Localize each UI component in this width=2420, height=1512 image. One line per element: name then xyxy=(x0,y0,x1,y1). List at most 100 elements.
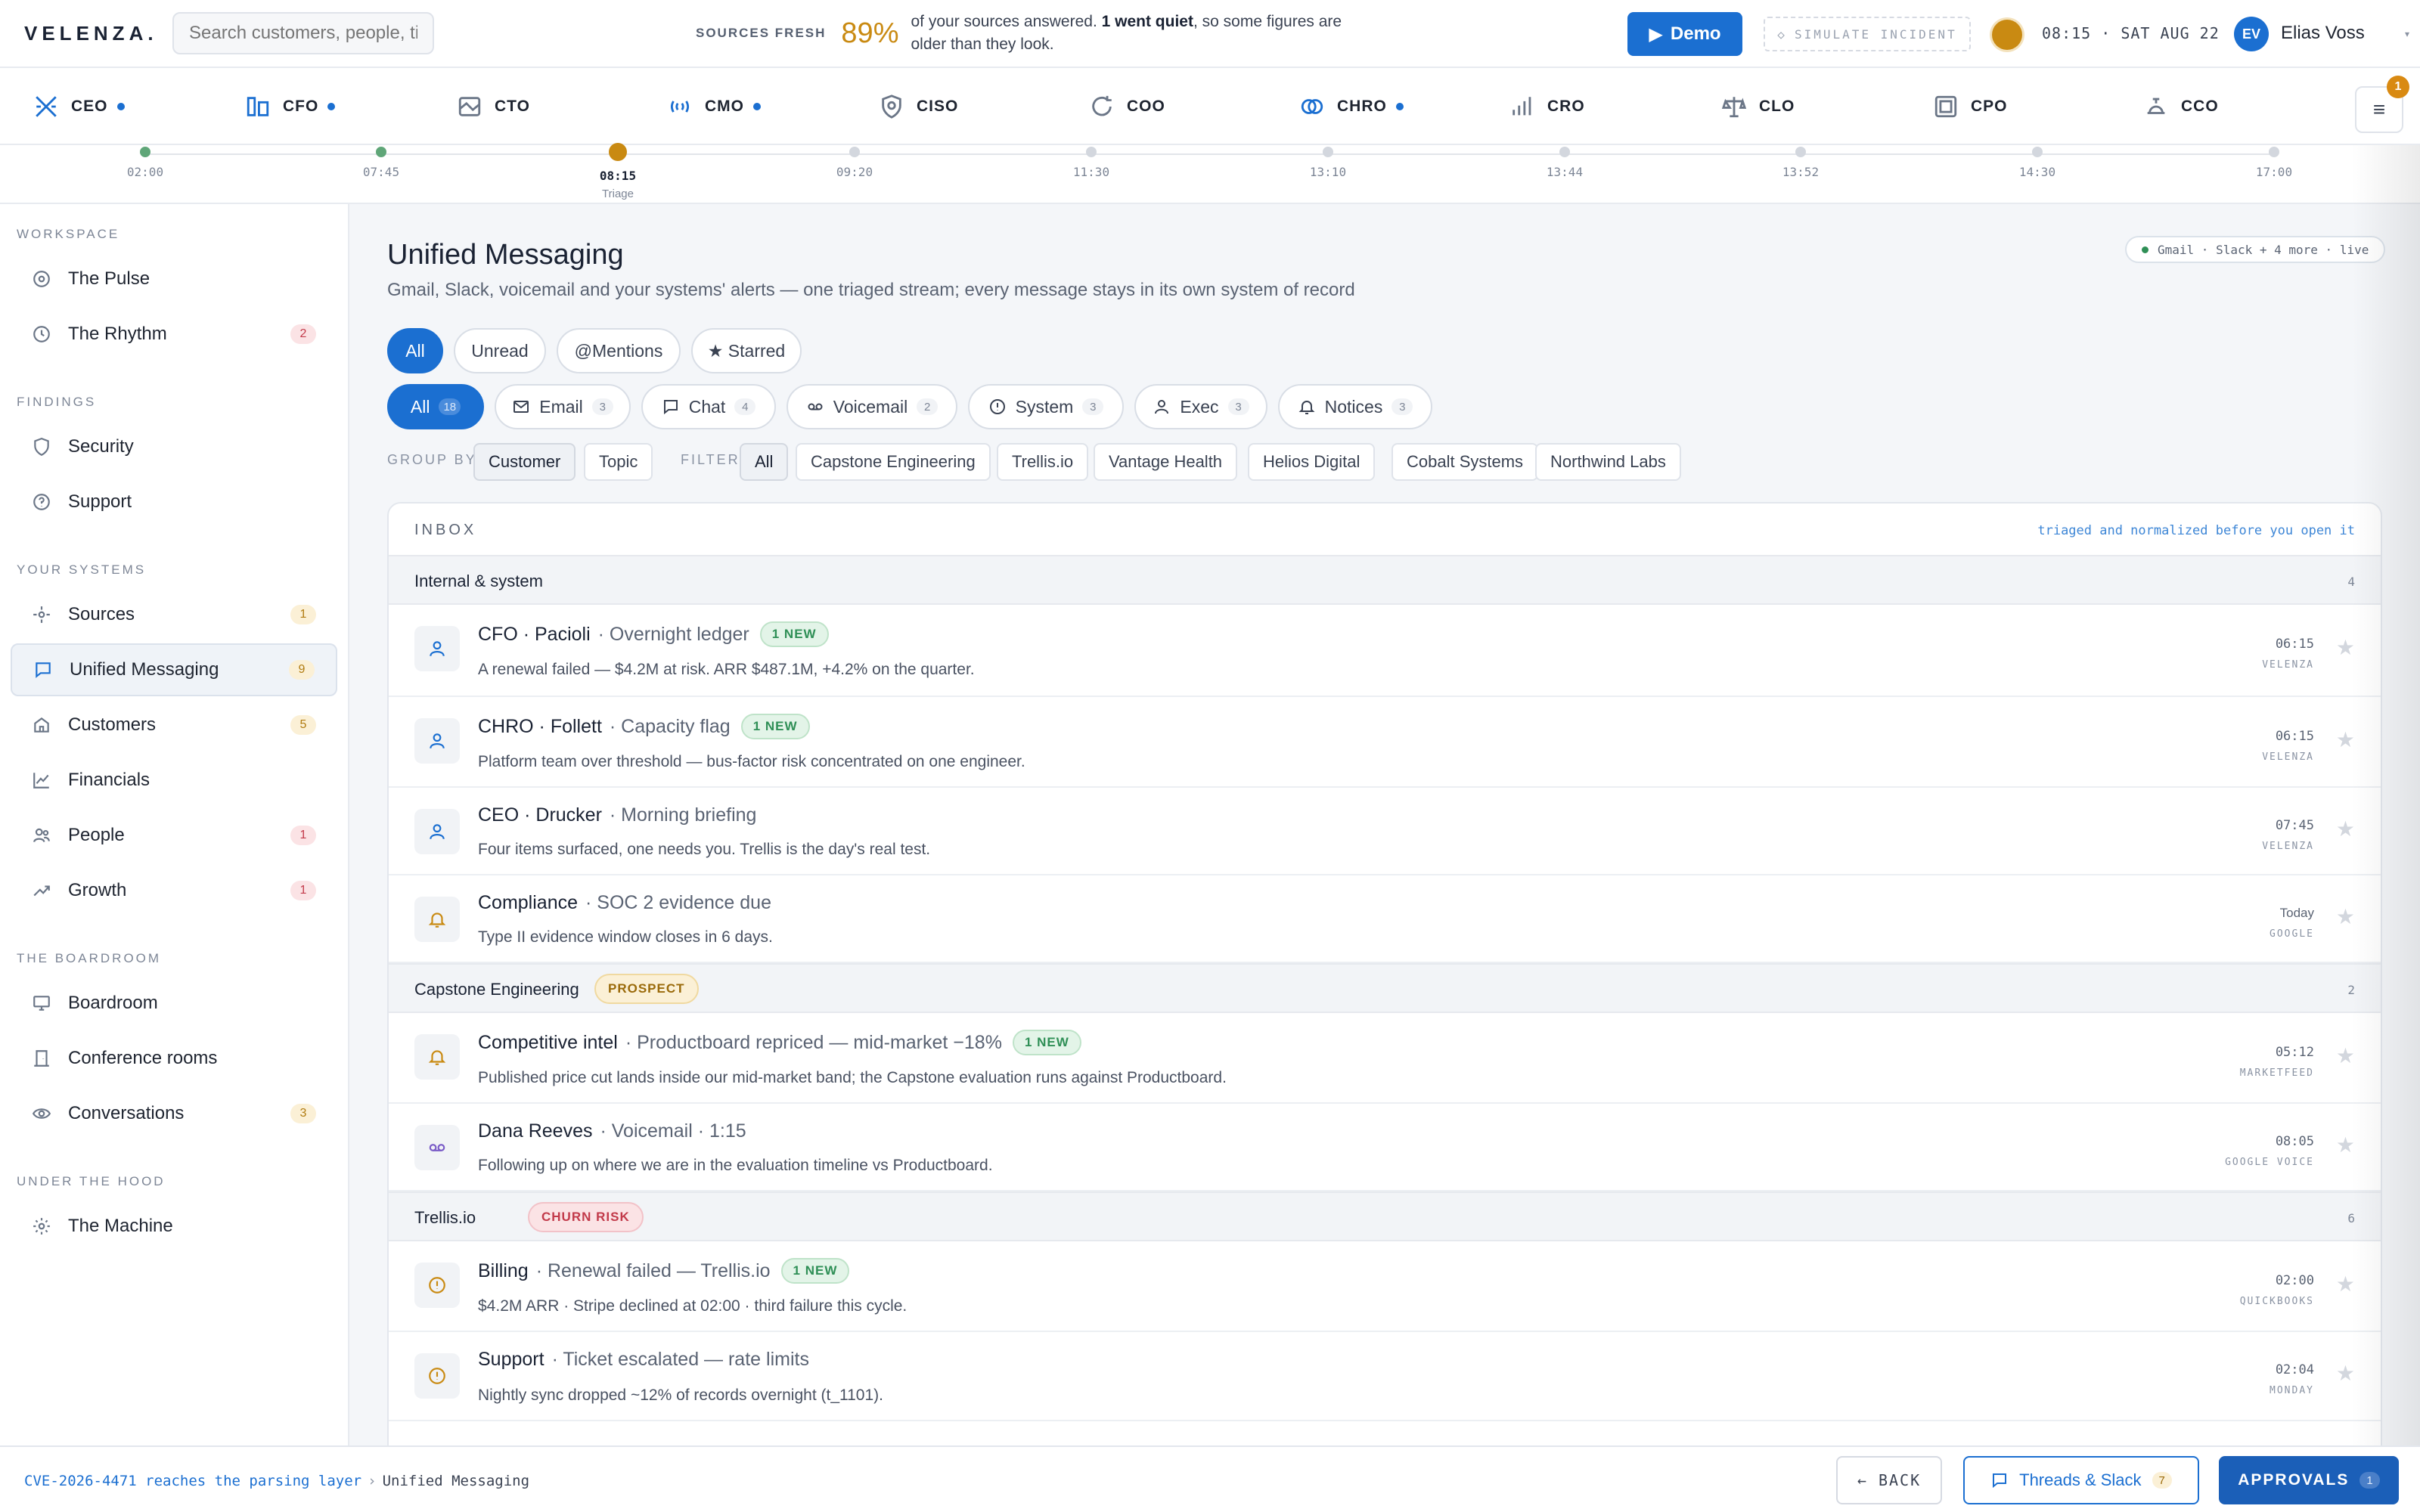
group-by-topic[interactable]: Topic xyxy=(584,443,653,481)
star-icon[interactable]: ★ xyxy=(2336,1361,2355,1386)
clock-icon xyxy=(33,326,50,342)
message-row[interactable]: Support · Ticket escalated — rate limits … xyxy=(389,1332,2381,1421)
chart-line-icon xyxy=(33,773,49,789)
message-row[interactable]: Billing · Renewal failed — Trellis.io 1 NE… xyxy=(389,1241,2381,1332)
demo-button[interactable]: ▶ Demo xyxy=(1627,12,1742,56)
timeline-point[interactable]: 13:44 xyxy=(1519,147,1610,179)
chip-count: 3 xyxy=(1082,398,1104,415)
sidebar-item-conversations[interactable]: Conversations 3 xyxy=(11,1087,337,1140)
role-tab-cmo[interactable]: CMO xyxy=(667,94,761,119)
status-badge: CHURN RISK xyxy=(528,1202,644,1232)
star-icon[interactable]: ★ xyxy=(2336,727,2355,752)
role-tab-chro[interactable]: CHRO xyxy=(1299,94,1404,119)
customer-filter-vantage[interactable]: Vantage Health xyxy=(1094,443,1238,481)
avatar[interactable]: EV xyxy=(2234,17,2269,51)
sidebar-item-the-machine[interactable]: The Machine xyxy=(11,1200,337,1253)
sidebar-item-people[interactable]: People 1 xyxy=(11,809,337,862)
channel-filter-voicemail[interactable]: Voicemail 2 xyxy=(786,384,957,429)
star-icon[interactable]: ★ xyxy=(2336,635,2355,660)
channel-filter-chat[interactable]: Chat 4 xyxy=(641,384,776,429)
role-tab-cpo[interactable]: CPO xyxy=(1933,94,2008,119)
message-source: QUICKBOOKS xyxy=(2239,1296,2314,1307)
channel-filter-all[interactable]: All 18 xyxy=(387,384,484,429)
message-row[interactable]: CHRO · Follett · Capacity flag 1 NEW Platf… xyxy=(389,697,2381,788)
star-icon[interactable]: ★ xyxy=(2336,1272,2355,1297)
filter-mentions[interactable]: @Mentions xyxy=(557,328,681,373)
timeline-point[interactable]: 02:00 xyxy=(100,147,191,179)
role-tab-ciso[interactable]: CISO xyxy=(879,94,958,119)
breadcrumb-link[interactable]: CVE-2026-4471 reaches the parsing layer xyxy=(24,1473,361,1489)
customer-filter-helios[interactable]: Helios Digital xyxy=(1248,443,1376,481)
channel-filter-notices[interactable]: Notices 3 xyxy=(1278,384,1432,429)
simulate-incident-button[interactable]: ◇ SIMULATE INCIDENT xyxy=(1764,17,1971,51)
sidebar-item-support[interactable]: Support xyxy=(11,476,337,528)
channel-filter-system[interactable]: System 3 xyxy=(968,384,1124,429)
star-icon[interactable]: ★ xyxy=(2336,904,2355,929)
role-tab-cto[interactable]: CTO xyxy=(457,94,530,119)
chevron-down-icon[interactable]: ▾ xyxy=(2405,29,2409,39)
filter-all[interactable]: All xyxy=(387,328,443,373)
timeline-point[interactable]: 09:20 xyxy=(809,147,900,179)
sidebar-item-growth[interactable]: Growth 1 xyxy=(11,864,337,917)
message-row[interactable]: CEO · Drucker · Morning briefing Four ite… xyxy=(389,788,2381,875)
customer-filter-capstone[interactable]: Capstone Engineering xyxy=(796,443,991,481)
sidebar-section-title: YOUR SYSTEMS xyxy=(17,562,147,577)
threads-slack-button[interactable]: Threads & Slack 7 xyxy=(1963,1456,2199,1504)
filter-unread[interactable]: Unread xyxy=(454,328,546,373)
customer-filter-northwind[interactable]: Northwind Labs xyxy=(1535,443,1681,481)
group-header[interactable]: Trellis.io CHURN RISK 6 xyxy=(389,1191,2381,1241)
star-icon[interactable]: ★ xyxy=(2336,1043,2355,1068)
sidebar-item-count: 1 xyxy=(290,826,316,845)
channel-filter-exec[interactable]: Exec 3 xyxy=(1134,384,1267,429)
alert-icon xyxy=(429,1368,445,1384)
timeline-point-current[interactable]: 08:15 Triage xyxy=(572,143,663,200)
customer-filter-all[interactable]: All xyxy=(740,443,789,481)
timeline-point[interactable]: 13:52 xyxy=(1755,147,1846,179)
sidebar-item-security[interactable]: Security xyxy=(11,420,337,473)
sidebar-item-unified-messaging[interactable]: Unified Messaging 9 xyxy=(11,643,337,696)
timeline-point[interactable]: 17:00 xyxy=(2229,147,2319,179)
group-header[interactable]: Internal & system 4 xyxy=(389,555,2381,605)
message-icon-box xyxy=(414,809,460,854)
role-tab-cro[interactable]: CRO xyxy=(1509,94,1585,119)
message-row[interactable]: CFO · Pacioli · Overnight ledger 1 NEW A r… xyxy=(389,605,2381,697)
group-header[interactable]: Capstone Engineering PROSPECT 2 xyxy=(389,963,2381,1013)
customer-filter-cobalt[interactable]: Cobalt Systems xyxy=(1392,443,1539,481)
timeline-point[interactable]: 07:45 xyxy=(336,147,427,179)
customer-filter-trellis[interactable]: Trellis.io xyxy=(997,443,1089,481)
role-tab-ceo[interactable]: CEO xyxy=(33,94,125,119)
channel-filter-email[interactable]: Email 3 xyxy=(495,384,631,429)
app-logo[interactable]: VELENZA. xyxy=(24,22,154,45)
sidebar-item-financials[interactable]: Financials xyxy=(11,754,337,807)
role-tab-cfo[interactable]: CFO xyxy=(245,94,336,119)
back-button[interactable]: ← BACK xyxy=(1836,1456,1942,1504)
timeline-point[interactable]: 14:30 xyxy=(1992,147,2083,179)
sidebar-item-customers[interactable]: Customers 5 xyxy=(11,699,337,751)
role-label: CEO xyxy=(71,98,108,115)
sidebar-item-the-rhythm[interactable]: The Rhythm 2 xyxy=(11,308,337,361)
sidebar-item-sources[interactable]: Sources 1 xyxy=(11,588,337,641)
role-tab-cco[interactable]: CCO xyxy=(2143,94,2219,119)
group-by-customer[interactable]: Customer xyxy=(473,443,576,481)
message-time: 02:00 xyxy=(2275,1273,2314,1288)
user-name[interactable]: Elias Voss xyxy=(2281,23,2365,44)
timeline-point[interactable]: 11:30 xyxy=(1046,147,1137,179)
message-row[interactable]: Competitive intel · Productboard repriced… xyxy=(389,1013,2381,1104)
message-subject: · Productboard repriced — mid-market −18… xyxy=(625,1031,1002,1053)
sidebar: WORKSPACE The Pulse The Rhythm 2 FINDING… xyxy=(0,204,349,1445)
sidebar-item-conference-rooms[interactable]: Conference rooms xyxy=(11,1032,337,1085)
role-tab-coo[interactable]: COO xyxy=(1089,94,1165,119)
search-input[interactable] xyxy=(172,12,434,54)
bell-icon xyxy=(428,912,446,928)
message-row[interactable]: Compliance · SOC 2 evidence due Type II e… xyxy=(389,875,2381,963)
role-tab-clo[interactable]: CLO xyxy=(1721,94,1795,119)
message-icon-box xyxy=(414,1125,460,1170)
filter-starred[interactable]: ★ Starred xyxy=(691,328,802,373)
message-row[interactable]: Dana Reeves · Voicemail · 1:15 Following … xyxy=(389,1104,2381,1191)
approvals-button[interactable]: APPROVALS 1 xyxy=(2219,1456,2399,1504)
timeline-point[interactable]: 13:10 xyxy=(1283,147,1373,179)
star-icon[interactable]: ★ xyxy=(2336,1132,2355,1157)
sidebar-item-boardroom[interactable]: Boardroom xyxy=(11,977,337,1030)
sidebar-item-the-pulse[interactable]: The Pulse xyxy=(11,253,337,305)
star-icon[interactable]: ★ xyxy=(2336,816,2355,841)
